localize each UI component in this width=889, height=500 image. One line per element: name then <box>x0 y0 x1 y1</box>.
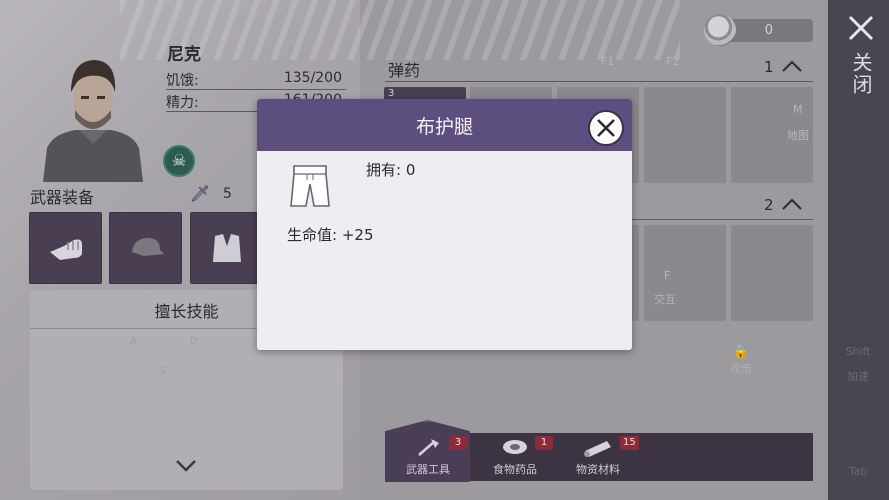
ammo-divider <box>385 81 813 82</box>
shift-key-hint: Shift <box>845 345 871 358</box>
hunger-stat: 饥饿: 135/200 <box>166 70 346 90</box>
ammo-collapse-icon[interactable] <box>780 58 804 78</box>
key-hint-f1: F1 <box>601 55 615 68</box>
key-hint-f2: F2 <box>666 55 680 68</box>
character-name: 尼克 <box>167 45 201 65</box>
hp-stat: 生命值: +25 <box>287 224 374 245</box>
hunger-label: 饥饿: <box>166 73 199 89</box>
equip-slot-weapon[interactable] <box>29 212 102 284</box>
tool-slot-4[interactable]: F 交互 <box>644 225 726 321</box>
modal-title: 布护腿 <box>415 116 473 138</box>
hp-label: 生命值: <box>287 226 338 244</box>
skull-badge-icon[interactable]: ☠ <box>163 145 195 177</box>
hp-value: +25 <box>341 226 374 244</box>
vest-icon <box>212 234 241 262</box>
close-icon <box>597 119 615 137</box>
tab-materials-badge: 15 <box>620 436 639 450</box>
energy-label: 精力: <box>166 95 199 111</box>
tools-collapse-icon[interactable] <box>780 196 804 216</box>
cloth-leggings-icon <box>290 165 330 207</box>
character-portrait <box>43 60 143 182</box>
close-icon[interactable] <box>845 14 877 46</box>
hunger-value: 135/200 <box>283 70 342 86</box>
tab-food-medicine-badge: 1 <box>535 436 553 450</box>
ammo-count: 1 <box>764 58 774 76</box>
ammo-slot-4[interactable]: F2 <box>644 55 726 183</box>
tools-count: 2 <box>764 196 774 214</box>
tab-food-medicine-label: 食物药品 <box>493 463 537 476</box>
skill-key-d: D <box>190 336 198 347</box>
skill-key-s: S <box>160 366 167 377</box>
owned-value: 0 <box>405 161 416 179</box>
tab-weapons-tools-badge: 3 <box>449 436 467 450</box>
map-hint: 地图 <box>787 129 809 142</box>
slot-number: 3 <box>388 88 395 99</box>
skill-key-a: A <box>130 336 137 347</box>
equip-slot-head[interactable] <box>109 212 182 284</box>
sword-icon: 🗡 <box>190 184 211 203</box>
ammo-label: 弹药 <box>388 61 421 80</box>
cap-icon <box>131 238 164 256</box>
tool-slot-5[interactable] <box>731 225 813 321</box>
fist-icon <box>49 239 82 260</box>
owned-label: 拥有: <box>366 161 402 179</box>
attack-hint: 🔒 攻击 <box>726 345 756 376</box>
key-hint-m: M <box>793 103 803 116</box>
equipment-title: 武器装备 <box>30 188 95 207</box>
key-hint-f: F <box>664 269 671 282</box>
tab-materials-label: 物资材料 <box>576 463 620 476</box>
tab-key-hint: Tab <box>848 465 868 478</box>
ammo-slot-5[interactable]: M 地图 <box>731 87 813 183</box>
weapon-count: 5 <box>223 186 232 202</box>
tab-weapons-tools-label: 武器工具 <box>406 463 450 476</box>
modal-close-button[interactable] <box>588 110 624 146</box>
attack-hint-label: 攻击 <box>730 362 752 375</box>
interact-hint: 交互 <box>654 293 676 306</box>
shift-action-hint: 加速 <box>847 370 869 383</box>
close-label[interactable]: 关闭 <box>846 52 876 96</box>
owned-stat: 拥有: 0 <box>366 159 415 180</box>
background-sketch <box>120 0 680 60</box>
chevron-down-icon[interactable] <box>174 458 198 478</box>
equip-slot-body[interactable] <box>190 212 263 284</box>
lock-icon: 🔒 <box>732 345 750 360</box>
coin-icon <box>704 14 736 46</box>
currency-amount: 0 <box>764 23 773 38</box>
